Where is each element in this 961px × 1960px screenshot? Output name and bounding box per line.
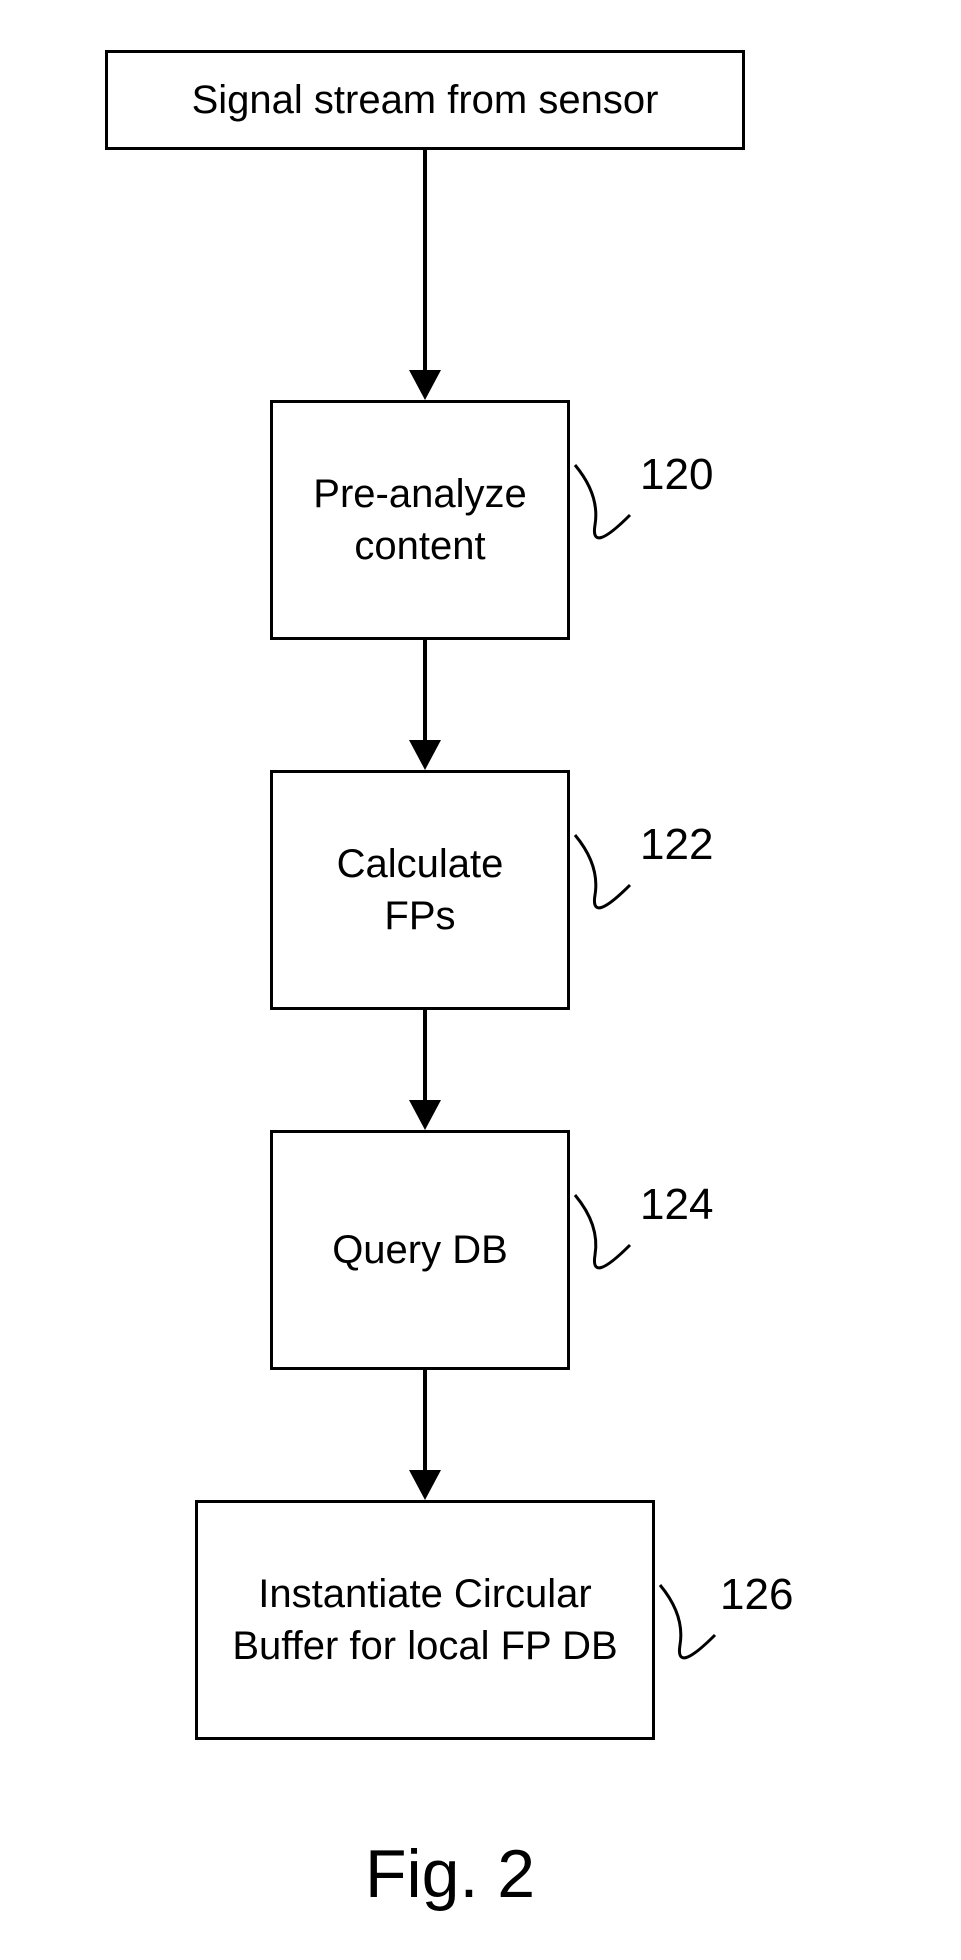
leader-line-126 — [655, 1575, 725, 1695]
input-box: Signal stream from sensor — [105, 50, 745, 150]
arrow-head-3 — [409, 1100, 441, 1130]
arrow-line-3 — [423, 1010, 427, 1110]
step-126-box: Instantiate Circular Buffer for local FP… — [195, 1500, 655, 1740]
step-122-box: Calculate FPs — [270, 770, 570, 1010]
reference-label-126: 126 — [720, 1570, 793, 1620]
arrow-line-2 — [423, 640, 427, 750]
arrow-line-4 — [423, 1370, 427, 1480]
reference-label-124: 124 — [640, 1180, 713, 1230]
reference-label-122: 122 — [640, 820, 713, 870]
step-120-box: Pre-analyze content — [270, 400, 570, 640]
figure-caption: Fig. 2 — [365, 1835, 535, 1913]
leader-line-120 — [570, 455, 640, 575]
input-box-text: Signal stream from sensor — [192, 74, 659, 126]
arrow-head-4 — [409, 1470, 441, 1500]
arrow-head-2 — [409, 740, 441, 770]
step-124-text: Query DB — [332, 1224, 508, 1276]
step-122-text: Calculate FPs — [337, 838, 504, 942]
flowchart-diagram: Signal stream from sensor Pre-analyze co… — [0, 0, 961, 1960]
step-126-text: Instantiate Circular Buffer for local FP… — [232, 1568, 617, 1672]
leader-line-122 — [570, 825, 640, 945]
step-124-box: Query DB — [270, 1130, 570, 1370]
arrow-line-1 — [423, 150, 427, 380]
leader-line-124 — [570, 1185, 640, 1305]
arrow-head-1 — [409, 370, 441, 400]
reference-label-120: 120 — [640, 450, 713, 500]
step-120-text: Pre-analyze content — [313, 468, 526, 572]
